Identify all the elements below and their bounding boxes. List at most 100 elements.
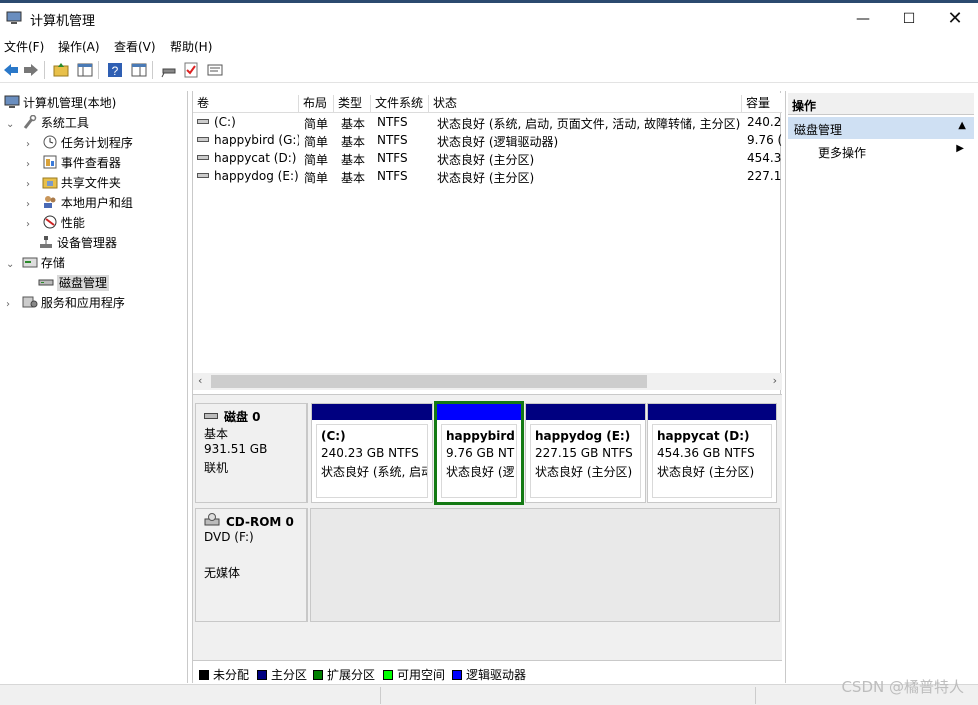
horizontal-scrollbar[interactable]: ‹ › xyxy=(193,373,782,390)
volume-row[interactable]: happycat (D:) 简单 基本 NTFS 状态良好 (主分区) 454.… xyxy=(193,150,782,168)
drive-icon xyxy=(197,155,209,160)
collapsed-chevron-icon[interactable]: › xyxy=(6,299,18,310)
legend-item: 未分配 xyxy=(199,666,249,683)
performance-icon xyxy=(43,215,57,229)
status-bar xyxy=(0,684,978,705)
collapsed-chevron-icon[interactable]: › xyxy=(26,219,38,230)
users-icon xyxy=(43,196,56,208)
volume-row[interactable]: happydog (E:) 简单 基本 NTFS 状态良好 (主分区) 227.… xyxy=(193,168,782,186)
column-header-filesystem[interactable]: 文件系统 xyxy=(371,95,429,113)
properties-icon[interactable] xyxy=(130,61,148,79)
up-folder-icon[interactable] xyxy=(52,61,70,79)
cdrom-icon xyxy=(204,513,220,526)
tree-item-local-users[interactable]: › 本地用户和组 xyxy=(26,194,133,214)
shared-folder-icon xyxy=(42,177,58,189)
partition-c[interactable]: (C:) 240.23 GB NTFS 状态良好 (系统, 启动 xyxy=(311,403,433,503)
partition-happydog[interactable]: happydog (E:) 227.15 GB NTFS 状态良好 (主分区) xyxy=(525,403,646,503)
scrollbar-thumb[interactable] xyxy=(211,375,647,388)
back-arrow-icon[interactable] xyxy=(2,61,20,79)
computer-management-icon xyxy=(6,11,22,24)
collapsed-chevron-icon[interactable]: › xyxy=(26,139,38,150)
storage-icon xyxy=(22,257,38,268)
expanded-chevron-icon[interactable]: ⌄ xyxy=(6,259,18,270)
logical-drive-bar xyxy=(437,404,521,420)
actions-section-disk-management[interactable]: 磁盘管理 ▲ xyxy=(788,117,974,139)
help-icon[interactable]: ? xyxy=(106,61,124,79)
tree-item-event-viewer[interactable]: › 事件查看器 xyxy=(26,154,121,174)
navigation-tree: 计算机管理(本地) ⌄ 系统工具 › 任务计划程序 › 事件查看器 › 共享文件… xyxy=(0,91,188,683)
tools-icon xyxy=(23,115,37,129)
actions-pane: 操作 磁盘管理 ▲ 更多操作 ▶ xyxy=(785,91,978,683)
tree-item-performance[interactable]: › 性能 xyxy=(26,214,85,234)
close-button[interactable]: ✕ xyxy=(932,7,978,33)
legend-item: 可用空间 xyxy=(383,666,445,683)
collapsed-chevron-icon[interactable]: › xyxy=(26,199,38,210)
expanded-chevron-icon[interactable]: ⌄ xyxy=(6,119,18,130)
forward-arrow-icon[interactable] xyxy=(22,61,40,79)
volume-row[interactable]: happybird (G:) 简单 基本 NTFS 状态良好 (逻辑驱动器) 9… xyxy=(193,132,782,150)
toolbar-separator xyxy=(98,61,99,79)
volume-row[interactable]: (C:) 简单 基本 NTFS 状态良好 (系统, 启动, 页面文件, 活动, … xyxy=(193,114,782,132)
column-header-volume[interactable]: 卷 xyxy=(193,95,299,113)
column-header-status[interactable]: 状态 xyxy=(429,95,742,113)
collapsed-chevron-icon[interactable]: › xyxy=(26,159,38,170)
collapse-caret-icon[interactable]: ▲ xyxy=(958,120,966,131)
partition-happybird[interactable]: happybird 9.76 GB NT 状态良好 (逻 xyxy=(434,401,524,505)
tree-item-disk-management[interactable]: 磁盘管理 xyxy=(38,274,110,294)
computer-management-icon xyxy=(4,95,20,108)
volume-list-header: 卷 布局 类型 文件系统 状态 容量 xyxy=(193,93,782,113)
show-tree-icon[interactable] xyxy=(76,61,94,79)
primary-partition-bar xyxy=(648,404,776,420)
disk-0-label[interactable]: 磁盘 0 基本 931.51 GB 联机 xyxy=(195,403,308,503)
legend-item: 逻辑驱动器 xyxy=(452,666,526,683)
tree-item-computer-management[interactable]: 计算机管理(本地) xyxy=(4,94,116,114)
disk-graphical-view: 磁盘 0 基本 931.51 GB 联机 (C:) 240.23 GB NTFS… xyxy=(193,394,782,660)
partition-legend: 未分配 主分区 扩展分区 可用空间 逻辑驱动器 xyxy=(193,660,782,683)
column-header-layout[interactable]: 布局 xyxy=(299,95,334,113)
tree-item-services[interactable]: › 服务和应用程序 xyxy=(6,294,125,314)
tree-item-storage[interactable]: ⌄ 存储 xyxy=(6,254,65,274)
window-title: 计算机管理 xyxy=(30,14,96,29)
maximize-button[interactable]: ☐ xyxy=(886,7,932,33)
cdrom-0-label[interactable]: CD-ROM 0 DVD (F:) 无媒体 xyxy=(195,508,308,622)
event-viewer-icon xyxy=(43,155,57,169)
submenu-arrow-icon: ▶ xyxy=(956,143,964,154)
export-list-icon[interactable] xyxy=(206,61,224,79)
connect-icon[interactable] xyxy=(160,61,178,79)
menu-view[interactable]: 查看(V) xyxy=(114,38,156,55)
scroll-right-arrow-icon[interactable]: › xyxy=(773,374,777,387)
menu-file[interactable]: 文件(F) xyxy=(4,38,44,55)
cdrom-media-area[interactable] xyxy=(310,508,780,622)
collapsed-chevron-icon[interactable]: › xyxy=(26,179,38,190)
status-divider xyxy=(755,687,756,704)
menu-action[interactable]: 操作(A) xyxy=(58,38,100,55)
tree-item-task-scheduler[interactable]: › 任务计划程序 xyxy=(26,134,133,154)
minimize-button[interactable]: — xyxy=(840,7,886,33)
toolbar-separator xyxy=(152,61,153,79)
drive-icon xyxy=(197,119,209,124)
legend-swatch xyxy=(257,670,267,680)
scroll-left-arrow-icon[interactable]: ‹ xyxy=(198,374,202,387)
legend-swatch xyxy=(452,670,462,680)
actions-title: 操作 xyxy=(788,93,974,115)
tree-item-shared-folders[interactable]: › 共享文件夹 xyxy=(26,174,121,194)
legend-swatch xyxy=(383,670,393,680)
status-divider xyxy=(380,687,381,704)
toolbar-separator xyxy=(44,61,45,79)
column-header-type[interactable]: 类型 xyxy=(334,95,371,113)
check-icon[interactable] xyxy=(182,61,200,79)
legend-swatch xyxy=(199,670,209,680)
services-icon xyxy=(22,296,38,308)
primary-partition-bar xyxy=(526,404,645,420)
legend-item: 主分区 xyxy=(257,666,307,683)
svg-text:?: ? xyxy=(112,64,119,78)
menu-bar: 文件(F) 操作(A) 查看(V) 帮助(H) xyxy=(0,34,978,56)
partition-happycat[interactable]: happycat (D:) 454.36 GB NTFS 状态良好 (主分区) xyxy=(647,403,777,503)
menu-help[interactable]: 帮助(H) xyxy=(170,38,212,55)
more-actions-item[interactable]: 更多操作 ▶ xyxy=(788,141,974,161)
legend-item: 扩展分区 xyxy=(313,666,375,683)
tree-item-system-tools[interactable]: ⌄ 系统工具 xyxy=(6,114,89,134)
tree-item-device-manager[interactable]: 设备管理器 xyxy=(38,234,117,254)
column-header-capacity[interactable]: 容量 xyxy=(742,95,782,113)
toolbar: ? xyxy=(0,57,978,83)
